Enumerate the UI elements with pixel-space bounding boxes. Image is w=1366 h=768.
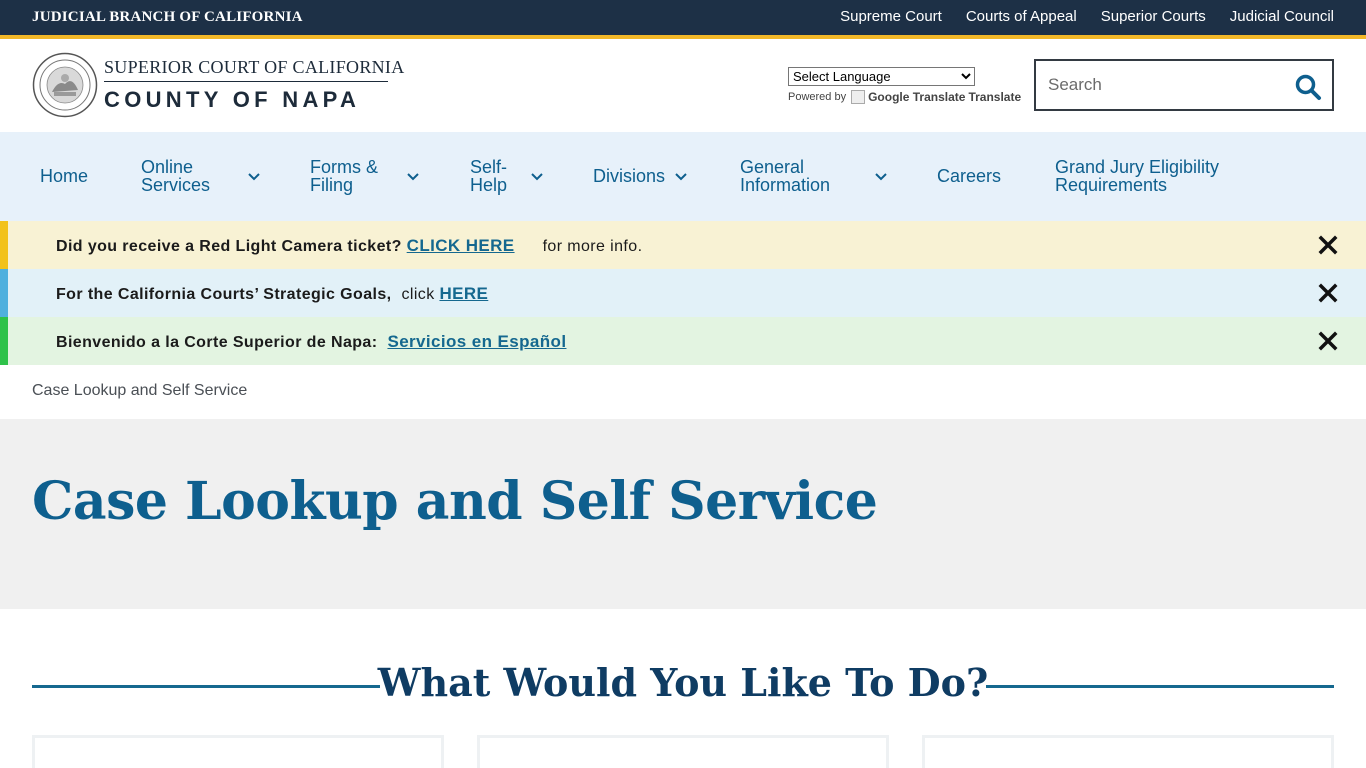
judicial-branch-title[interactable]: JUDICIAL BRANCH OF CALIFORNIA — [32, 9, 303, 26]
superior-courts-link[interactable]: Superior Courts — [1101, 8, 1206, 25]
nav-grand-jury-label-2: Requirements — [1055, 175, 1168, 195]
nav-self-help-label-2: Help — [470, 175, 508, 195]
alert-lead: Bienvenido a la Corte Superior de Napa: — [56, 334, 378, 351]
chevron-down-icon[interactable] — [407, 173, 419, 181]
chevron-down-icon[interactable] — [531, 173, 543, 181]
close-icon[interactable] — [1318, 331, 1338, 351]
site-header: SUPERIOR COURT OF CALIFORNIA COUNTY OF N… — [0, 39, 1366, 132]
courts-of-appeal-link[interactable]: Courts of Appeal — [966, 8, 1077, 25]
top-utility-bar: JUDICIAL BRANCH OF CALIFORNIA Supreme Co… — [0, 0, 1366, 36]
alert-spanish-services: Bienvenido a la Corte Superior de Napa: S… — [0, 317, 1366, 365]
alert-text: Did you receive a Red Light Camera ticke… — [56, 236, 642, 256]
nav-grand-jury-label: Grand Jury Eligibility — [1055, 157, 1220, 177]
nav-forms-filing-label-2: Filing — [310, 175, 354, 195]
page-title: Case Lookup and Self Service — [32, 471, 878, 532]
section-heading: What Would You Like To Do? — [377, 660, 989, 705]
nav-online-services[interactable]: Online Services — [141, 158, 210, 194]
alert-color-bar — [0, 317, 8, 365]
servicios-link[interactable]: Servicios en Español — [387, 332, 566, 352]
search-icon[interactable] — [1294, 73, 1322, 101]
nav-forms-filing[interactable]: Forms & Filing — [310, 158, 378, 194]
nav-self-help[interactable]: Self- Help — [470, 158, 507, 194]
alert-lead: Did you receive a Red Light Camera ticke… — [56, 238, 402, 255]
alert-text: For the California Courts’ Strategic Goa… — [56, 284, 488, 304]
service-card[interactable] — [32, 735, 444, 768]
google-logo-icon — [851, 90, 866, 104]
search-input[interactable] — [1048, 73, 1278, 97]
page-hero: Case Lookup and Self Service — [0, 419, 1366, 609]
nav-home-label: Home — [40, 166, 89, 186]
supreme-court-link[interactable]: Supreme Court — [840, 8, 942, 25]
nav-forms-filing-label: Forms & — [310, 157, 379, 177]
service-card[interactable] — [477, 735, 889, 768]
service-card[interactable] — [922, 735, 1334, 768]
alert-color-bar — [0, 221, 8, 269]
click-here-link[interactable]: CLICK HERE — [407, 236, 515, 256]
close-icon[interactable] — [1318, 283, 1338, 303]
alert-text: Bienvenido a la Corte Superior de Napa: S… — [56, 332, 566, 352]
breadcrumb: Case Lookup and Self Service — [32, 382, 248, 399]
alert-tail: for more info. — [542, 238, 643, 255]
nav-online-services-label-2: Services — [141, 175, 211, 195]
language-select[interactable]: Select Language — [788, 67, 975, 86]
powered-by-google: Powered by Google Translate Translate — [788, 90, 1021, 104]
judicial-council-link[interactable]: Judicial Council — [1230, 8, 1334, 25]
chevron-down-icon[interactable] — [875, 173, 887, 181]
google-translate-text: Google Translate — [868, 90, 966, 104]
alert-color-bar — [0, 269, 8, 317]
court-seal-icon[interactable] — [32, 52, 98, 118]
chevron-down-icon[interactable] — [675, 173, 687, 181]
nav-careers[interactable]: Careers — [937, 167, 1001, 185]
alert-red-light-camera: Did you receive a Red Light Camera ticke… — [0, 221, 1366, 269]
translate-link[interactable]: Translate — [968, 90, 1021, 104]
nav-general-information-label: General — [740, 157, 805, 177]
nav-grand-jury[interactable]: Grand Jury Eligibility Requirements — [1055, 158, 1219, 194]
nav-divisions[interactable]: Divisions — [593, 167, 665, 185]
nav-home[interactable]: Home — [40, 167, 88, 185]
here-link[interactable]: HERE — [439, 284, 488, 304]
nav-careers-label: Careers — [937, 166, 1002, 186]
nav-self-help-label: Self- — [470, 157, 508, 177]
nav-online-services-label: Online — [141, 157, 194, 177]
logo-divider — [104, 81, 388, 82]
logo-superior-court[interactable]: SUPERIOR COURT OF CALIFORNIA — [104, 57, 405, 78]
chevron-down-icon[interactable] — [248, 173, 260, 181]
nav-general-information-label-2: Information — [740, 175, 831, 195]
section-rule-right — [986, 685, 1334, 688]
nav-general-information[interactable]: General Information — [740, 158, 830, 194]
top-links: Supreme Court Courts of Appeal Superior … — [840, 8, 1334, 25]
search-box — [1034, 59, 1334, 111]
close-icon[interactable] — [1318, 235, 1338, 255]
alert-lead: For the California Courts’ Strategic Goa… — [56, 286, 392, 303]
alert-strategic-goals: For the California Courts’ Strategic Goa… — [0, 269, 1366, 317]
nav-divisions-label: Divisions — [593, 166, 666, 186]
logo-county-of-napa[interactable]: COUNTY OF NAPA — [104, 87, 360, 113]
powered-by-text: Powered by — [788, 91, 847, 103]
alert-mid: click — [401, 286, 435, 303]
main-navigation: Home Online Services Forms & Filing Self… — [0, 132, 1366, 221]
